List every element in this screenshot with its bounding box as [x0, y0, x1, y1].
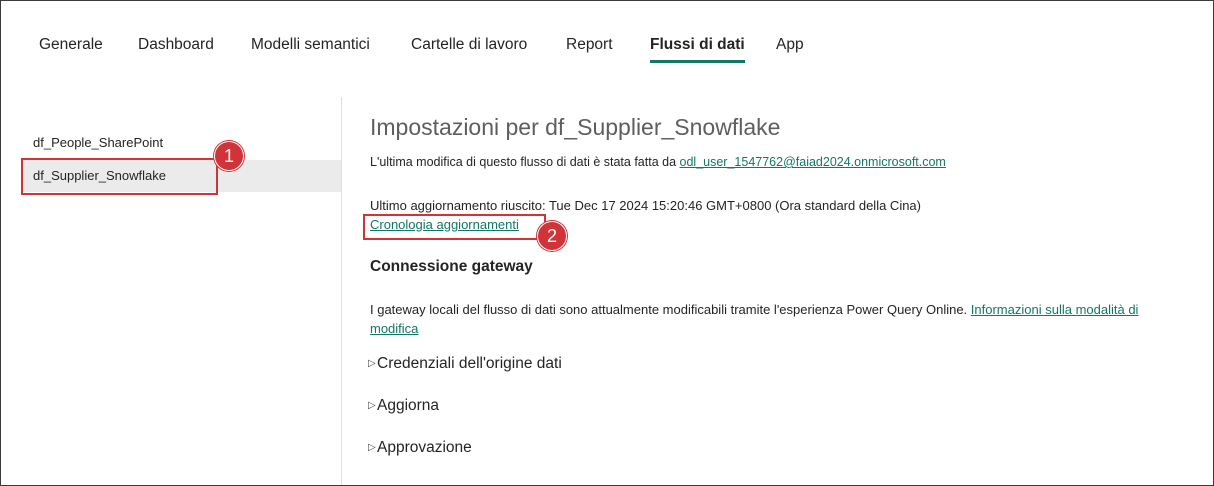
callout-box-1 — [21, 158, 218, 195]
gateway-heading: Connessione gateway — [370, 258, 533, 275]
gateway-description: I gateway locali del flusso di dati sono… — [370, 300, 1160, 338]
active-tab-indicator — [650, 60, 745, 63]
caret-right-icon: ▷ — [368, 442, 376, 453]
last-modified-info: L'ultima modifica di questo flusso di da… — [370, 155, 946, 169]
expander-label: Approvazione — [377, 439, 472, 456]
tab-label: App — [776, 36, 804, 53]
callout-box-2 — [363, 214, 546, 240]
tab-dashboard[interactable]: Dashboard — [138, 36, 214, 63]
tab-app[interactable]: App — [776, 36, 804, 63]
tab-label: Flussi di dati — [650, 36, 745, 53]
sidebar-item-label: df_People_SharePoint — [33, 135, 164, 150]
expander-label: Aggiorna — [377, 397, 440, 414]
expander-aggiorna[interactable]: ▷Aggiorna — [368, 397, 439, 415]
last-modified-label: L'ultima modifica di questo flusso di da… — [370, 155, 677, 169]
gateway-text: I gateway locali del flusso di dati sono… — [370, 302, 968, 317]
callout-badge-1: 1 — [214, 141, 244, 171]
last-refresh-status: Ultimo aggiornamento riuscito: Tue Dec 1… — [370, 198, 921, 213]
tab-label: Generale — [39, 36, 103, 53]
tab-label: Cartelle di lavoro — [411, 36, 528, 53]
tab-label: Report — [566, 36, 613, 53]
page-title: Impostazioni per df_Supplier_Snowflake — [370, 114, 781, 140]
tab-bar: Generale Dashboard Modelli semantici Car… — [1, 1, 1213, 67]
sidebar-item-df-people-sharepoint[interactable]: df_People_SharePoint — [21, 127, 341, 159]
expander-approvazione[interactable]: ▷Approvazione — [368, 439, 472, 457]
tab-modelli-semantici[interactable]: Modelli semantici — [251, 36, 370, 63]
caret-right-icon: ▷ — [368, 400, 376, 411]
caret-right-icon: ▷ — [368, 358, 376, 369]
tab-flussi-di-dati[interactable]: Flussi di dati — [650, 36, 745, 63]
callout-badge-2: 2 — [537, 221, 567, 251]
tab-generale[interactable]: Generale — [39, 36, 103, 63]
tab-label: Modelli semantici — [251, 36, 370, 53]
expander-label: Credenziali dell'origine dati — [377, 355, 562, 372]
settings-window: Generale Dashboard Modelli semantici Car… — [0, 0, 1214, 486]
last-modified-user-link[interactable]: odl_user_1547762@faiad2024.onmicrosoft.c… — [680, 155, 946, 169]
panel-divider — [341, 97, 342, 485]
expander-credenziali[interactable]: ▷Credenziali dell'origine dati — [368, 355, 562, 373]
tab-label: Dashboard — [138, 36, 214, 53]
tab-report[interactable]: Report — [566, 36, 613, 63]
tab-cartelle-di-lavoro[interactable]: Cartelle di lavoro — [411, 36, 527, 63]
